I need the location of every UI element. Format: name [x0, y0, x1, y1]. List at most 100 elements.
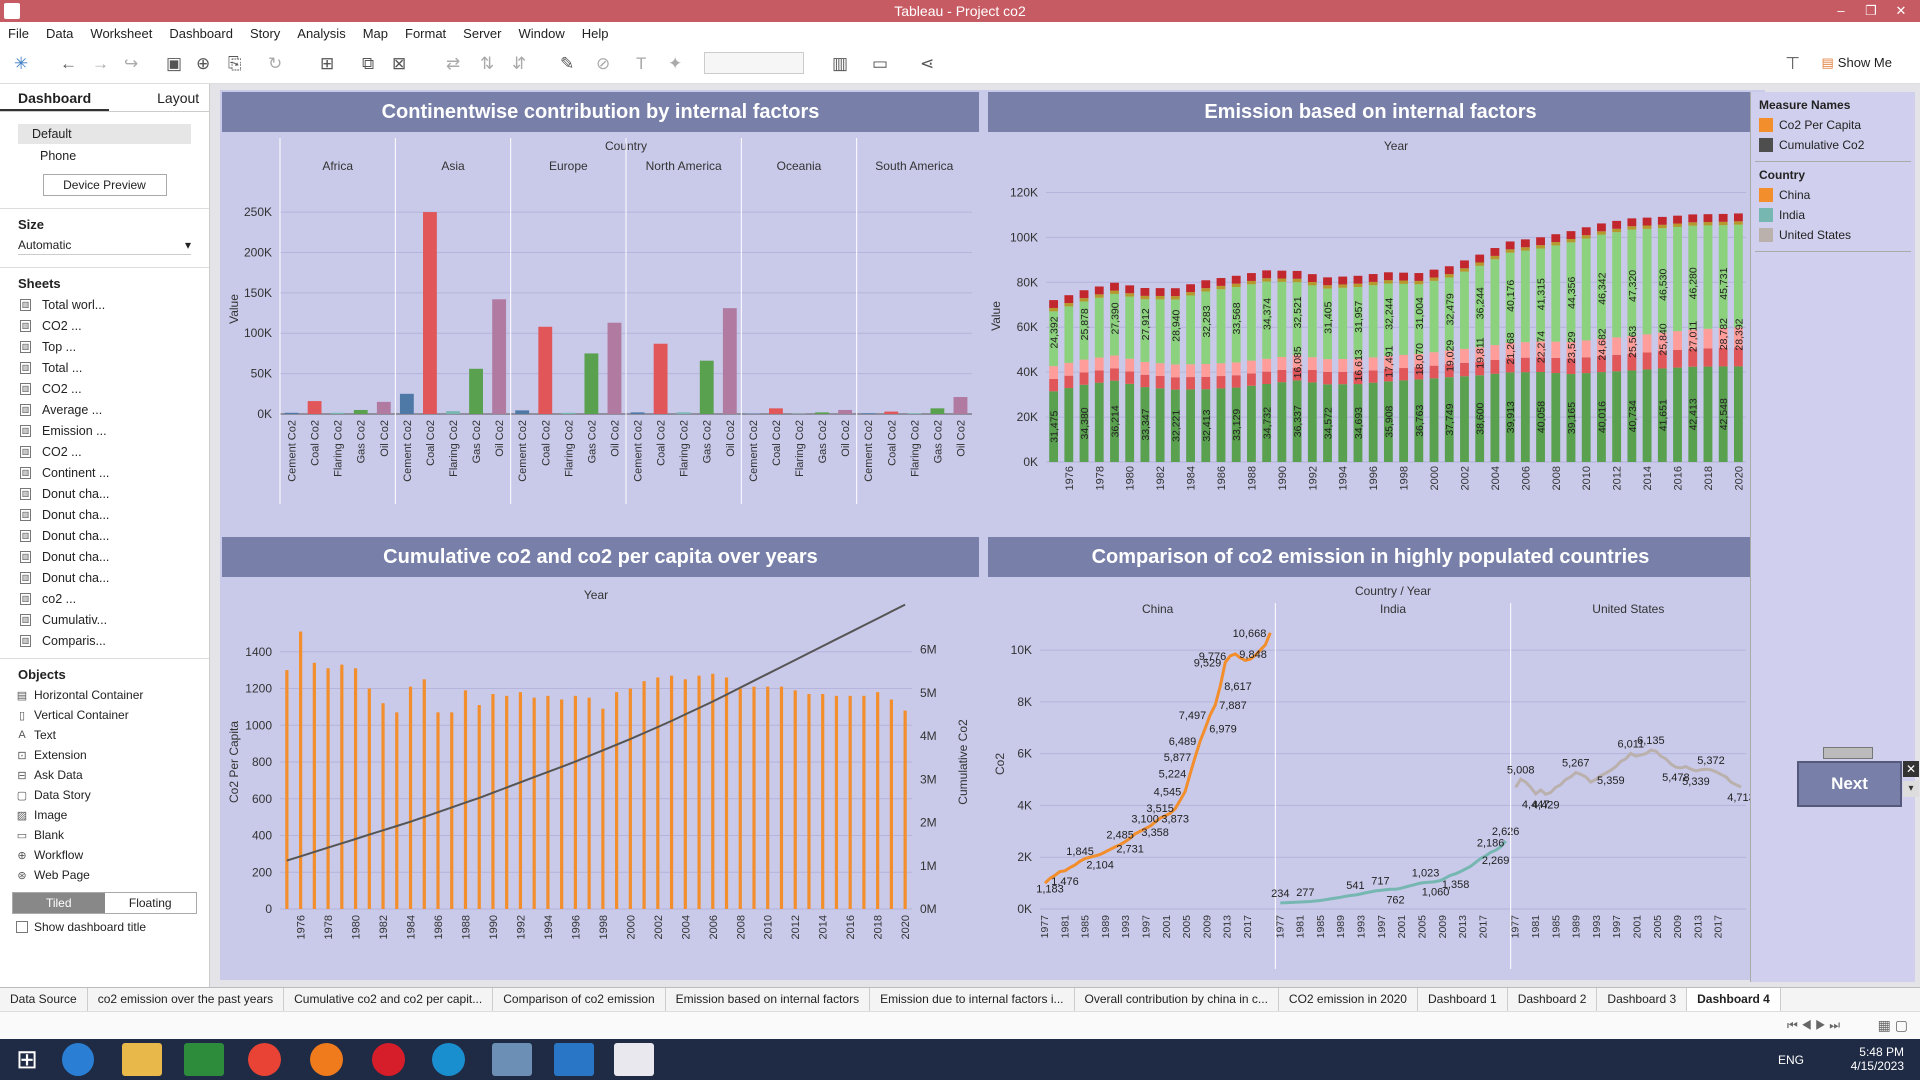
replay-icon[interactable]: ↪ [124, 54, 138, 74]
object-item-extension[interactable]: ⊡ Extension [0, 746, 209, 766]
close-icon[interactable]: ✕ [1886, 0, 1916, 22]
menu-analysis[interactable]: Analysis [297, 26, 345, 41]
sheet-item[interactable]: ▥ Donut cha... [0, 505, 209, 526]
tiled-toggle[interactable]: Tiled [13, 893, 105, 913]
next-button[interactable]: Next [1797, 761, 1902, 807]
sheet-item[interactable]: ▥ Donut cha... [0, 568, 209, 589]
sheet-item[interactable]: ▥ CO2 ... [0, 316, 209, 337]
object-item-vertical-container[interactable]: ▯ Vertical Container [0, 706, 209, 726]
sheet-tab[interactable]: Dashboard 1 [1418, 988, 1508, 1011]
redo-icon[interactable]: → [92, 54, 109, 74]
share-icon[interactable]: ⋖ [920, 54, 934, 74]
sheet-item[interactable]: ▥ Continent ... [0, 463, 209, 484]
device-preview-button[interactable]: Device Preview [42, 174, 167, 196]
legend-item-united-states[interactable]: United States [1759, 226, 1915, 243]
menu-data[interactable]: Data [46, 26, 73, 41]
duplicate-sheet-icon[interactable]: ⧉ [362, 54, 374, 74]
tab-nav-icon[interactable]: ⏮ ◀ ▶ ⏭ [1787, 1018, 1840, 1033]
tableau-taskbar-icon[interactable] [614, 1043, 654, 1076]
tab-layout[interactable]: Layout [139, 84, 217, 111]
windows-start-icon[interactable]: ⊞ [12, 1043, 42, 1076]
size-dropdown[interactable]: Automatic ▾ [18, 236, 191, 255]
show-title-checkbox[interactable] [16, 921, 28, 933]
sheet-item[interactable]: ▥ CO2 ... [0, 442, 209, 463]
tab-dashboard[interactable]: Dashboard [0, 84, 110, 111]
language-indicator[interactable]: ENG [1778, 1053, 1804, 1067]
sheet-tab[interactable]: Dashboard 4 [1687, 988, 1781, 1011]
sheet-item[interactable]: ▥ CO2 ... [0, 379, 209, 400]
sheet-tab[interactable]: CO2 emission in 2020 [1279, 988, 1418, 1011]
legend-item-china[interactable]: China [1759, 186, 1915, 203]
device-phone[interactable]: Phone [18, 146, 191, 166]
file-explorer-icon[interactable] [122, 1043, 162, 1076]
sheet-tab[interactable]: Dashboard 2 [1508, 988, 1598, 1011]
sheet-tab[interactable]: Dashboard 3 [1597, 988, 1688, 1011]
comparison-line-chart[interactable]: Country / YearCo20K2K4K6K8K10KChina1,183… [988, 579, 1753, 977]
legend-item-cumulative-co2[interactable]: Cumulative Co2 [1759, 136, 1915, 153]
group-icon[interactable]: ⊘ [596, 54, 610, 74]
store-icon[interactable] [184, 1043, 224, 1076]
cumulative-dual-chart[interactable]: Year Co2 Per Capita Cumulative Co2 0 200 400 6… [222, 579, 979, 977]
menu-dashboard[interactable]: Dashboard [169, 26, 233, 41]
sheet-tab[interactable]: Overall contribution by china in c... [1075, 988, 1279, 1011]
tableau-logo-icon[interactable]: ✳ [14, 54, 28, 74]
sheet-item[interactable]: ▥ co2 ... [0, 589, 209, 610]
fit-dropdown[interactable] [704, 52, 804, 74]
sheet-tab[interactable]: Emission due to internal factors i... [870, 988, 1075, 1011]
firefox-icon[interactable] [310, 1043, 343, 1076]
sheet-item[interactable]: ▥ Comparis... [0, 631, 209, 652]
clear-sheet-icon[interactable]: ⊠ [392, 54, 406, 74]
sheet-tab[interactable]: Cumulative co2 and co2 per capit... [284, 988, 494, 1011]
restore-icon[interactable]: ❐ [1856, 0, 1886, 22]
new-datasource-icon[interactable]: ⊕ [196, 54, 210, 74]
drag-handle[interactable] [1823, 747, 1873, 759]
menu-story[interactable]: Story [250, 26, 280, 41]
sheet-item[interactable]: ▥ Cumulativ... [0, 610, 209, 631]
sheet-item[interactable]: ▥ Total worl... [0, 295, 209, 316]
photos-icon[interactable] [492, 1043, 532, 1076]
sheet-item[interactable]: ▥ Emission ... [0, 421, 209, 442]
menu-worksheet[interactable]: Worksheet [90, 26, 152, 41]
sheet-tab[interactable]: Comparison of co2 emission [493, 988, 666, 1011]
vscode-icon[interactable] [554, 1043, 594, 1076]
menu-window[interactable]: Window [518, 26, 564, 41]
minimize-icon[interactable]: – [1826, 0, 1856, 22]
menu-file[interactable]: File [8, 26, 29, 41]
refresh-icon[interactable]: ↻ [268, 54, 282, 74]
tooltip-icon[interactable]: ⊤ [1785, 54, 1800, 74]
object-item-web-page[interactable]: ⊛ Web Page [0, 866, 209, 886]
menu-server[interactable]: Server [463, 26, 501, 41]
sort-desc-icon[interactable]: ⇵ [512, 54, 526, 74]
emission-stacked-chart[interactable]: Year Value 0K 20K 40K 60K 80K 100K 120K 31,475 34,… [988, 134, 1753, 534]
object-item-workflow[interactable]: ⊕ Workflow [0, 846, 209, 866]
pause-updates-icon[interactable]: ⎘ [228, 54, 242, 74]
edge-icon[interactable] [432, 1043, 465, 1076]
opera-icon[interactable] [372, 1043, 405, 1076]
sheet-tab[interactable]: co2 emission over the past years [88, 988, 285, 1011]
swap-icon[interactable]: ⇄ [446, 54, 460, 74]
sheet-item[interactable]: ▥ Total ... [0, 358, 209, 379]
sheet-item[interactable]: ▥ Donut cha... [0, 547, 209, 568]
sort-asc-icon[interactable]: ⇅ [480, 54, 494, 74]
highlight-icon[interactable]: ✎ [560, 54, 574, 74]
continent-bar-chart[interactable]: CountryValue0K50K100K150K200K250KAfricaC… [222, 134, 979, 534]
legend-item-co2-per-capita[interactable]: Co2 Per Capita [1759, 116, 1915, 133]
chrome-icon[interactable] [248, 1043, 281, 1076]
internet-explorer-icon[interactable] [62, 1043, 94, 1076]
new-worksheet-icon[interactable]: ⊞ [320, 54, 334, 74]
chevron-down-icon[interactable]: ▾ [1903, 781, 1919, 797]
sheet-item[interactable]: ▥ Average ... [0, 400, 209, 421]
pin-icon[interactable]: ✦ [668, 54, 682, 74]
object-item-image[interactable]: ▨ Image [0, 806, 209, 826]
sheet-sorter-icon[interactable]: ▦ ▢ [1878, 1017, 1908, 1034]
sheet-item[interactable]: ▥ Donut cha... [0, 526, 209, 547]
sheet-tab[interactable]: Data Source [0, 988, 88, 1011]
sheet-item[interactable]: ▥ Top ... [0, 337, 209, 358]
floating-toggle[interactable]: Floating [105, 893, 197, 913]
close-icon[interactable]: ✕ [1903, 761, 1919, 777]
presentation-icon[interactable]: ▭ [872, 54, 888, 74]
object-item-blank[interactable]: ▭ Blank [0, 826, 209, 846]
legend-item-india[interactable]: India [1759, 206, 1915, 223]
show-cards-icon[interactable]: ▥ [832, 54, 848, 74]
device-default[interactable]: Default [18, 124, 191, 144]
